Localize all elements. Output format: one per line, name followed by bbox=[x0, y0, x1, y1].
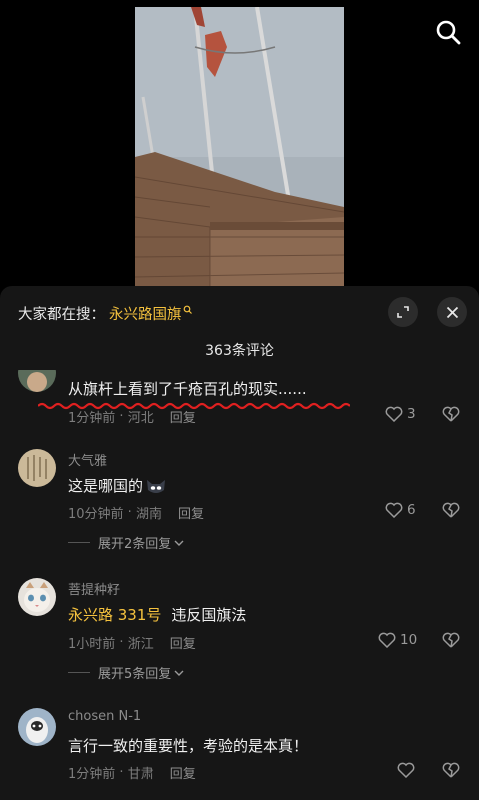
heart-icon bbox=[385, 502, 403, 518]
expand-replies-button[interactable]: 展开5条回复 bbox=[68, 663, 184, 682]
close-button[interactable] bbox=[437, 297, 467, 327]
comment-location: 甘肃 bbox=[127, 767, 154, 782]
comment-text-content: 言行一致的重要性，考验的是本真！ bbox=[68, 737, 309, 755]
comment-text-content: 这是哪国的 bbox=[68, 477, 144, 495]
username[interactable]: chosen N-1 bbox=[68, 709, 141, 724]
like-count: 6 bbox=[407, 502, 416, 518]
chevron-down-icon bbox=[174, 540, 184, 546]
heart-icon bbox=[378, 632, 396, 648]
dislike-button[interactable] bbox=[442, 502, 460, 522]
comment-text: 这是哪国的 bbox=[68, 475, 167, 496]
trending-search-keyword[interactable]: 永兴路国旗 bbox=[109, 303, 182, 324]
expand-replies-label: 展开5条回复 bbox=[98, 667, 172, 682]
broken-heart-icon bbox=[442, 406, 460, 422]
comment-text-content: 违反国旗法 bbox=[171, 606, 247, 624]
comment-meta: 1小时前 · 浙江 回复 bbox=[68, 633, 196, 652]
heart-icon bbox=[397, 762, 415, 778]
like-button[interactable] bbox=[397, 762, 419, 778]
broken-heart-icon bbox=[442, 632, 460, 648]
comment-location: 湖南 bbox=[135, 507, 162, 522]
divider-line bbox=[68, 542, 90, 543]
avatar[interactable] bbox=[18, 578, 56, 616]
reply-button[interactable]: 回复 bbox=[178, 503, 204, 522]
like-button[interactable]: 6 bbox=[385, 502, 416, 518]
dislike-button[interactable] bbox=[442, 762, 460, 782]
like-button[interactable]: 10 bbox=[378, 632, 417, 648]
trending-search-row[interactable]: 大家都在搜： 永兴路国旗 bbox=[18, 302, 192, 324]
search-icon bbox=[436, 20, 461, 45]
dislike-button[interactable] bbox=[442, 406, 460, 426]
meta-dot: · bbox=[115, 765, 128, 780]
search-button[interactable] bbox=[432, 16, 464, 48]
video-thumbnail bbox=[135, 7, 344, 290]
broken-heart-icon bbox=[442, 762, 460, 778]
cat-emoji-icon bbox=[147, 479, 166, 493]
like-count: 10 bbox=[400, 632, 418, 648]
expand-button[interactable] bbox=[388, 297, 418, 327]
comment-time: 1分钟前 bbox=[68, 411, 116, 426]
avatar[interactable] bbox=[18, 449, 56, 487]
like-button[interactable]: 3 bbox=[385, 406, 416, 422]
comment-meta: 1分钟前 · 河北 回复 bbox=[68, 407, 196, 426]
username[interactable]: 大气雅 bbox=[68, 450, 107, 469]
comment-meta: 1分钟前 · 甘肃 回复 bbox=[68, 763, 196, 782]
comment-text: 永兴路 331号 违反国旗法 bbox=[68, 604, 246, 625]
like-count: 3 bbox=[407, 406, 416, 422]
comment-location: 河北 bbox=[127, 411, 154, 426]
heart-icon bbox=[385, 406, 403, 422]
comment-count: 363条评论 bbox=[205, 343, 274, 359]
video-area[interactable] bbox=[0, 0, 479, 290]
expand-icon bbox=[397, 306, 409, 318]
meta-dot: · bbox=[115, 635, 128, 650]
comment-time: 1小时前 bbox=[68, 637, 116, 652]
search-icon bbox=[183, 305, 192, 314]
comment-sheet: 大家都在搜： 永兴路国旗 363条评论 从旗杆上看到了千疮百孔的现实...... bbox=[0, 286, 479, 800]
comment-text: 从旗杆上看到了千疮百孔的现实...... bbox=[68, 378, 307, 399]
comment-time: 10分钟前 bbox=[68, 507, 124, 522]
chevron-down-icon bbox=[174, 670, 184, 676]
divider-line bbox=[68, 672, 90, 673]
reply-button[interactable]: 回复 bbox=[170, 763, 196, 782]
meta-dot: · bbox=[115, 409, 128, 424]
comment-time: 1分钟前 bbox=[68, 767, 116, 782]
meta-dot: · bbox=[123, 505, 136, 520]
avatar[interactable] bbox=[18, 708, 56, 746]
expand-replies-button[interactable]: 展开2条回复 bbox=[68, 533, 184, 552]
username[interactable]: 菩提种籽 bbox=[68, 579, 120, 598]
dislike-button[interactable] bbox=[442, 632, 460, 652]
trending-search-label: 大家都在搜： bbox=[18, 306, 105, 323]
comment-location: 浙江 bbox=[127, 637, 154, 652]
broken-heart-icon bbox=[442, 502, 460, 518]
comment-meta: 10分钟前 · 湖南 回复 bbox=[68, 503, 204, 522]
reply-button[interactable]: 回复 bbox=[170, 633, 196, 652]
mention-tag[interactable]: 永兴路 331号 bbox=[68, 604, 161, 625]
reply-button[interactable]: 回复 bbox=[170, 407, 196, 426]
expand-replies-label: 展开2条回复 bbox=[98, 537, 172, 552]
comment-text-content: 从旗杆上看到了千疮百孔的现实...... bbox=[68, 380, 307, 398]
video-frame[interactable] bbox=[135, 7, 344, 290]
close-icon bbox=[446, 306, 458, 318]
comment-text: 言行一致的重要性，考验的是本真！ bbox=[68, 735, 308, 756]
